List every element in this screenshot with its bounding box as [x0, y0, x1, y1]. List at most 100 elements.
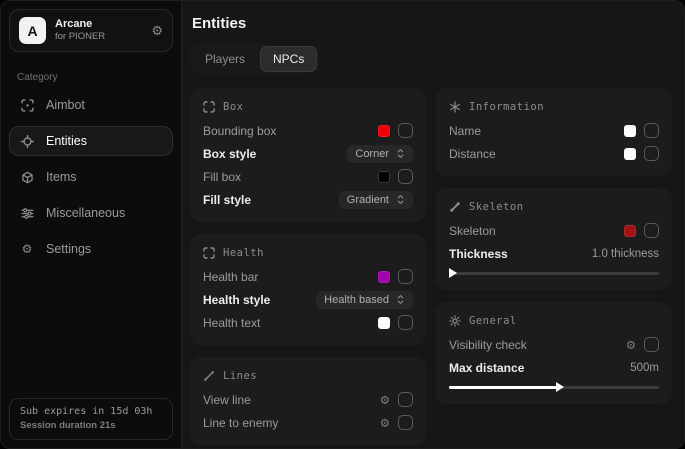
row-label: Max distance [449, 361, 524, 375]
fill-box-checkbox[interactable] [398, 169, 413, 184]
slider-thumb[interactable] [449, 268, 457, 278]
row-label: Line to enemy [203, 416, 278, 430]
unfold-icon [396, 148, 405, 159]
visibility-check-checkbox[interactable] [644, 337, 659, 352]
distance-checkbox[interactable] [644, 146, 659, 161]
thickness-value: 1.0 thickness [592, 248, 659, 260]
row-label: Name [449, 124, 481, 138]
row-label: Skeleton [449, 224, 496, 238]
row-label: Visibility check [449, 338, 527, 352]
name-checkbox[interactable] [644, 123, 659, 138]
max-distance-value: 500m [630, 362, 659, 374]
brand-subtitle: for PIONER [55, 31, 105, 43]
gear-icon[interactable]: ⚙ [151, 23, 163, 39]
unfold-icon [396, 294, 405, 305]
crosshair-scan-icon [19, 99, 35, 112]
entity-target-icon [19, 135, 35, 148]
slider-row: Max distance 500m [449, 356, 659, 379]
color-swatch[interactable] [378, 171, 390, 183]
session-duration-text: Session duration 21s [20, 420, 162, 431]
sidebar-item-miscellaneous[interactable]: Miscellaneous [9, 198, 173, 228]
box-card: Box Bounding box Box style Corner [190, 88, 426, 222]
sidebar-item-items[interactable]: Items [9, 162, 173, 192]
row-label: Fill style [203, 193, 251, 207]
card-title: General [469, 315, 517, 327]
health-card-header: Health [203, 243, 413, 265]
setting-row: Distance [449, 142, 659, 165]
row-label: Fill box [203, 170, 241, 184]
setting-row: View line ⚙ [203, 388, 413, 411]
row-label: Box style [203, 147, 256, 161]
unfold-icon [396, 194, 405, 205]
setting-row: Visibility check ⚙ [449, 333, 659, 356]
general-card: General Visibility check ⚙ Max distance … [436, 302, 672, 404]
information-card: Information Name Distance [436, 88, 672, 176]
bone-icon [449, 201, 461, 213]
information-card-header: Information [449, 97, 659, 119]
view-line-checkbox[interactable] [398, 392, 413, 407]
dropdown-value: Gradient [347, 194, 389, 206]
app-window: A Arcane for PIONER ⚙ Category Aimbot En… [0, 0, 685, 449]
subscription-status-card: Sub expires in 15d 03h Session duration … [9, 398, 173, 440]
tab-npcs[interactable]: NPCs [260, 46, 317, 72]
setting-row: Health style Health based [203, 288, 413, 311]
card-title: Health [223, 247, 264, 259]
gear-icon[interactable]: ⚙ [380, 416, 390, 430]
gear-icon[interactable]: ⚙ [626, 338, 636, 352]
sidebar-item-label: Aimbot [46, 98, 85, 112]
sidebar-item-aimbot[interactable]: Aimbot [9, 90, 173, 120]
color-swatch[interactable] [378, 125, 390, 137]
box-card-header: Box [203, 97, 413, 119]
category-label: Category [17, 72, 165, 83]
row-label: Health text [203, 316, 260, 330]
sub-expiry-text: Sub expires in 15d 03h [20, 406, 162, 417]
sidebar-item-entities[interactable]: Entities [9, 126, 173, 156]
row-label: Bounding box [203, 124, 276, 138]
color-swatch[interactable] [378, 317, 390, 329]
dropdown-value: Health based [324, 294, 389, 306]
thickness-slider[interactable] [449, 268, 659, 279]
card-title: Information [469, 101, 544, 113]
skeleton-checkbox[interactable] [644, 223, 659, 238]
gear-icon[interactable]: ⚙ [380, 393, 390, 407]
health-style-dropdown[interactable]: Health based [316, 291, 413, 309]
gear-icon: ⚙ [19, 242, 35, 256]
sun-icon [449, 315, 461, 327]
bounding-box-checkbox[interactable] [398, 123, 413, 138]
tab-players[interactable]: Players [192, 46, 258, 72]
setting-row: Fill box [203, 165, 413, 188]
color-swatch[interactable] [624, 225, 636, 237]
row-label: Thickness [449, 247, 508, 261]
sidebar-item-label: Entities [46, 134, 87, 148]
sidebar-item-settings[interactable]: ⚙ Settings [9, 234, 173, 264]
main-panel: Entities Players NPCs Box Bounding box [182, 1, 684, 448]
row-label: Health style [203, 293, 270, 307]
dropdown-value: Corner [355, 148, 389, 160]
row-label: View line [203, 393, 251, 407]
setting-row: Fill style Gradient [203, 188, 413, 211]
max-distance-slider[interactable] [449, 382, 659, 393]
sidebar-item-label: Miscellaneous [46, 206, 125, 220]
row-label: Health bar [203, 270, 258, 284]
sidebar-item-label: Items [46, 170, 77, 184]
color-swatch[interactable] [378, 271, 390, 283]
setting-row: Health text [203, 311, 413, 334]
skeleton-card-header: Skeleton [449, 197, 659, 219]
entity-type-tabs: Players NPCs [190, 44, 319, 74]
color-swatch[interactable] [624, 125, 636, 137]
setting-row: Name [449, 119, 659, 142]
card-title: Skeleton [469, 201, 524, 213]
setting-row: Health bar [203, 265, 413, 288]
sidebar: A Arcane for PIONER ⚙ Category Aimbot En… [1, 1, 182, 448]
slider-thumb[interactable] [556, 382, 564, 392]
health-card: Health Health bar Health style Health ba… [190, 234, 426, 345]
brand-card: A Arcane for PIONER ⚙ [9, 9, 173, 52]
line-to-enemy-checkbox[interactable] [398, 415, 413, 430]
box-style-dropdown[interactable]: Corner [347, 145, 413, 163]
fill-style-dropdown[interactable]: Gradient [339, 191, 413, 209]
color-swatch[interactable] [624, 148, 636, 160]
health-text-checkbox[interactable] [398, 315, 413, 330]
health-bar-checkbox[interactable] [398, 269, 413, 284]
page-title: Entities [192, 15, 672, 32]
corner-brackets-icon [203, 101, 215, 113]
